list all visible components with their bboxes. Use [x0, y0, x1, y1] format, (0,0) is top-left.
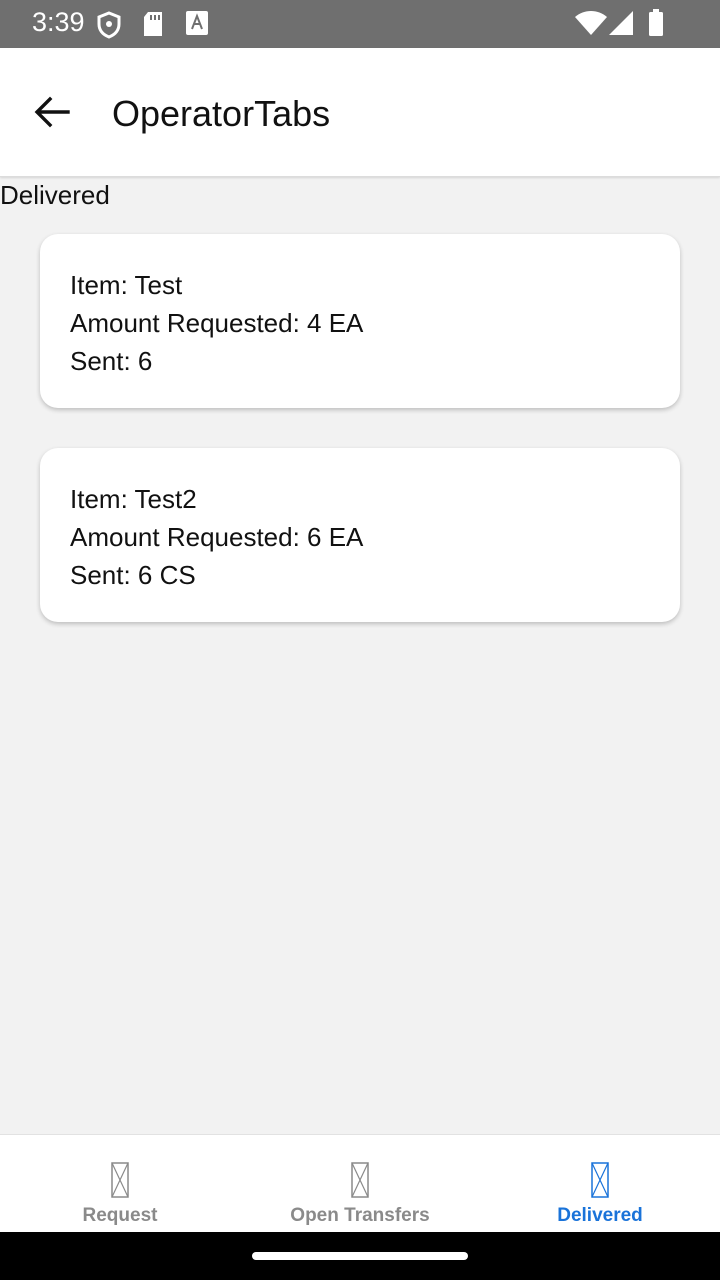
tab-label: Open Transfers: [290, 1205, 430, 1226]
status-time: 3:39: [32, 7, 85, 37]
status-bar: 3:39: [0, 0, 720, 48]
tab-request[interactable]: Request: [0, 1135, 240, 1233]
delivered-card[interactable]: Item: Test2 Amount Requested: 6 EA Sent:…: [40, 448, 680, 622]
tab-open-transfers[interactable]: Open Transfers: [240, 1135, 480, 1233]
delivered-card[interactable]: Item: Test Amount Requested: 4 EA Sent: …: [40, 234, 680, 408]
placeholder-icon: [591, 1162, 609, 1198]
sd-card-icon: [144, 12, 162, 36]
signal-icon: [609, 11, 633, 35]
placeholder-icon: [351, 1162, 369, 1198]
card-sent: Sent: 6: [70, 346, 153, 376]
tab-label: Request: [82, 1205, 158, 1226]
card-amount-requested: Amount Requested: 6 EA: [70, 522, 364, 552]
card-amount-requested: Amount Requested: 4 EA: [70, 308, 364, 338]
page-label: Delivered: [0, 180, 110, 210]
card-sent: Sent: 6 CS: [70, 560, 196, 590]
system-nav-bar: [0, 1232, 720, 1280]
back-button[interactable]: [28, 92, 76, 132]
app-bar: OperatorTabs: [0, 48, 720, 177]
arrow-left-icon: [34, 96, 70, 128]
home-indicator[interactable]: [252, 1252, 468, 1260]
app-title: OperatorTabs: [112, 93, 331, 134]
tab-label: Delivered: [557, 1205, 643, 1226]
card-item: Item: Test2: [70, 484, 197, 514]
wifi-icon: [575, 11, 607, 35]
bottom-nav: Request Open Transfers Delivered: [0, 1134, 720, 1233]
placeholder-icon: [111, 1162, 129, 1198]
shield-icon: [97, 11, 121, 39]
battery-icon: [649, 9, 663, 36]
font-a-icon: [186, 11, 208, 35]
card-item: Item: Test: [70, 270, 183, 300]
tab-delivered[interactable]: Delivered: [480, 1135, 720, 1233]
